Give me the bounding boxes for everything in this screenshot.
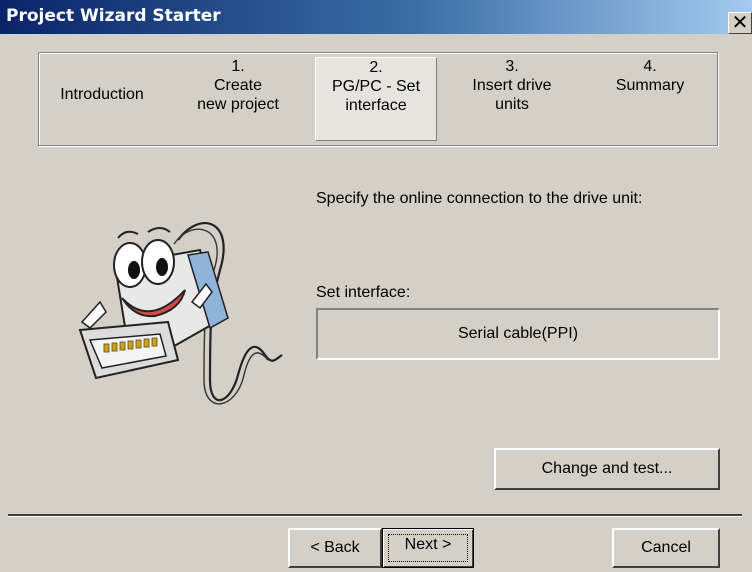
- set-interface-label: Set interface:: [316, 284, 411, 301]
- step-label: Create new project: [197, 77, 279, 113]
- step-number: 1.: [231, 58, 245, 75]
- step-label: Summary: [615, 77, 685, 94]
- step-number: 4.: [643, 58, 657, 75]
- step-label: PG/PC - Set interface: [331, 78, 421, 114]
- interface-value-field: Serial cable(PPI): [316, 308, 720, 360]
- back-button[interactable]: < Back: [288, 528, 382, 568]
- step-set-interface: 2. PG/PC - Set interface: [315, 57, 437, 141]
- step-create-project: 1. Create new project: [177, 57, 299, 141]
- close-button[interactable]: ✕: [728, 12, 752, 34]
- footer-separator: [8, 514, 742, 517]
- step-number: 3.: [505, 58, 519, 75]
- step-insert-drive-units: 3. Insert drive units: [451, 57, 573, 141]
- change-and-test-button[interactable]: Change and test...: [494, 448, 720, 490]
- step-label: Introduction: [60, 86, 144, 103]
- wizard-window: Project Wizard Starter ✕ Introduction 1.…: [0, 0, 752, 572]
- step-number: 2.: [369, 59, 383, 76]
- cancel-button[interactable]: Cancel: [612, 528, 720, 568]
- instruction-text: Specify the online connection to the dri…: [316, 190, 643, 207]
- focus-rectangle: [388, 534, 468, 562]
- step-introduction: Introduction: [41, 57, 163, 141]
- step-summary: 4. Summary: [589, 57, 711, 141]
- step-label: Insert drive units: [472, 77, 552, 113]
- close-icon: ✕: [731, 10, 749, 34]
- window-title: Project Wizard Starter: [6, 6, 221, 26]
- title-bar: Project Wizard Starter: [0, 0, 752, 34]
- next-button[interactable]: Next >: [382, 528, 474, 568]
- serial-connector-mascot-icon: [78, 222, 283, 405]
- wizard-steps-panel: Introduction 1. Create new project 2. PG…: [38, 52, 718, 146]
